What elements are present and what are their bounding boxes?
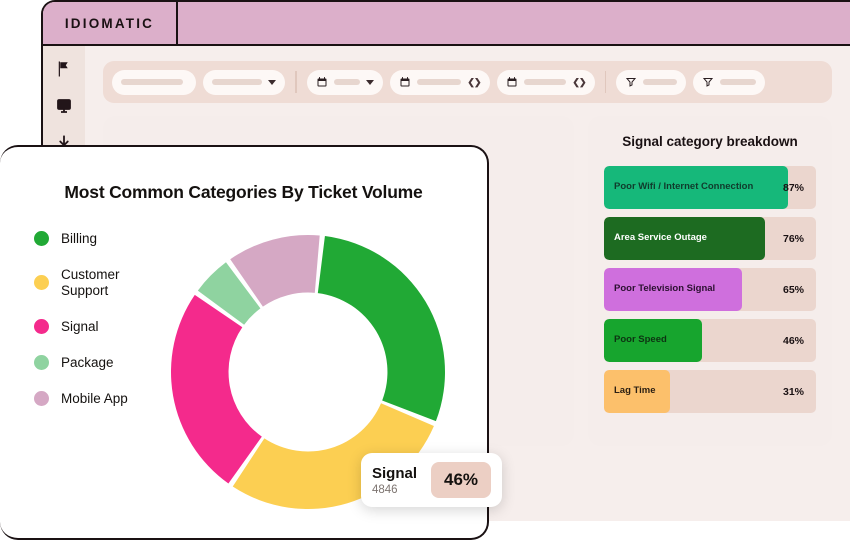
funnel-icon <box>625 78 637 87</box>
toolbar-divider <box>295 71 297 93</box>
legend-color-swatch <box>34 391 49 407</box>
legend-item[interactable]: Signal <box>34 319 153 335</box>
bar-label: Lag Time <box>614 385 656 397</box>
placeholder-bar <box>720 79 756 85</box>
category-dropdown[interactable] <box>203 69 285 95</box>
legend-label: Billing <box>61 231 98 246</box>
legend-color-swatch <box>34 275 49 291</box>
bar-percent: 87% <box>782 181 804 194</box>
placeholder-bar <box>212 79 262 85</box>
calendar-icon <box>400 77 409 87</box>
legend-color-swatch <box>34 319 49 335</box>
chart-tooltip: Signal 4846 46% <box>361 453 503 507</box>
flag-icon[interactable] <box>55 60 73 78</box>
legend-label: Signal <box>61 318 99 334</box>
tooltip-percent-badge: 46% <box>431 462 492 498</box>
placeholder-bar <box>333 79 360 85</box>
date-preset-dropdown[interactable] <box>306 69 383 95</box>
placeholder-bar <box>523 79 567 85</box>
app-logo-text: IDIOMATIC <box>64 15 155 31</box>
bar-percent: 76% <box>782 232 804 245</box>
funnel-icon <box>702 78 714 87</box>
donut-segment[interactable] <box>317 236 445 422</box>
breakdown-bar-row[interactable]: Poor Wifi / Internet Connection 87% <box>604 166 816 209</box>
chevron-down-icon <box>268 79 276 85</box>
monitor-icon[interactable] <box>55 97 73 115</box>
filter-button-1[interactable] <box>616 69 686 95</box>
bar-percent: 65% <box>782 283 804 296</box>
chart-legend: Billing Customer Support Signal Package Mobi… <box>34 231 153 407</box>
date-range-start[interactable]: ❮❯ <box>389 69 490 95</box>
breakdown-bar-row[interactable]: Poor Television Signal 65% <box>604 268 816 311</box>
bar-percent: 31% <box>782 385 804 398</box>
signal-breakdown-card: Signal category breakdown Poor Wifi / In… <box>588 116 832 446</box>
legend-item[interactable]: Customer Support <box>34 267 153 299</box>
legend-item[interactable]: Billing <box>34 231 153 247</box>
legend-label: Package <box>61 354 114 370</box>
tooltip-label: Signal <box>372 464 418 482</box>
breakdown-bar-list: Poor Wifi / Internet Connection 87% Area S… <box>604 166 816 413</box>
date-range-end[interactable]: ❮❯ <box>496 69 595 95</box>
bar-label: Poor Wifi / Internet Connection <box>614 181 754 193</box>
search-input[interactable] <box>112 69 196 95</box>
title-bar-empty-area <box>178 2 850 44</box>
toolbar-divider <box>604 71 606 93</box>
placeholder-bar <box>416 79 462 85</box>
range-stepper-icon[interactable]: ❮❯ <box>467 77 481 88</box>
panel-title: Signal category breakdown <box>622 134 798 149</box>
legend-item[interactable]: Mobile App <box>34 391 153 407</box>
bar-label: Poor Speed <box>614 334 667 346</box>
legend-color-swatch <box>34 231 49 247</box>
legend-item[interactable]: Package <box>34 355 153 371</box>
breakdown-bar-row[interactable]: Area Service Outage 76% <box>604 217 816 260</box>
placeholder-bar <box>643 79 677 85</box>
filter-button-2[interactable] <box>693 69 765 95</box>
screenshot-stage: IDIOMATIC ❮❯ ❮❯ Signal category breakdow… <box>0 0 850 559</box>
app-logo[interactable]: IDIOMATIC <box>43 2 178 44</box>
placeholder-bar <box>121 79 183 85</box>
breakdown-bar-row[interactable]: Lag Time 31% <box>604 370 816 413</box>
filter-toolbar: ❮❯ ❮❯ <box>103 61 832 103</box>
bar-label: Area Service Outage <box>614 232 707 244</box>
legend-label: Mobile App <box>61 390 128 406</box>
title-bar: IDIOMATIC <box>43 2 850 46</box>
calendar-icon <box>507 77 516 87</box>
tooltip-count: 4846 <box>372 483 398 496</box>
range-stepper-icon[interactable]: ❮❯ <box>572 77 586 88</box>
calendar-icon <box>317 77 326 87</box>
bar-percent: 46% <box>782 334 804 347</box>
donut-segment[interactable] <box>171 294 262 484</box>
bar-label: Poor Television Signal <box>614 283 716 295</box>
breakdown-bar-row[interactable]: Poor Speed 46% <box>604 319 816 362</box>
chevron-down-icon <box>365 79 374 85</box>
chart-title: Most Common Categories By Ticket Volume <box>64 182 423 202</box>
legend-color-swatch <box>34 355 49 371</box>
legend-label: Customer Support <box>61 266 120 298</box>
tooltip-text-group: Signal 4846 <box>372 465 417 496</box>
